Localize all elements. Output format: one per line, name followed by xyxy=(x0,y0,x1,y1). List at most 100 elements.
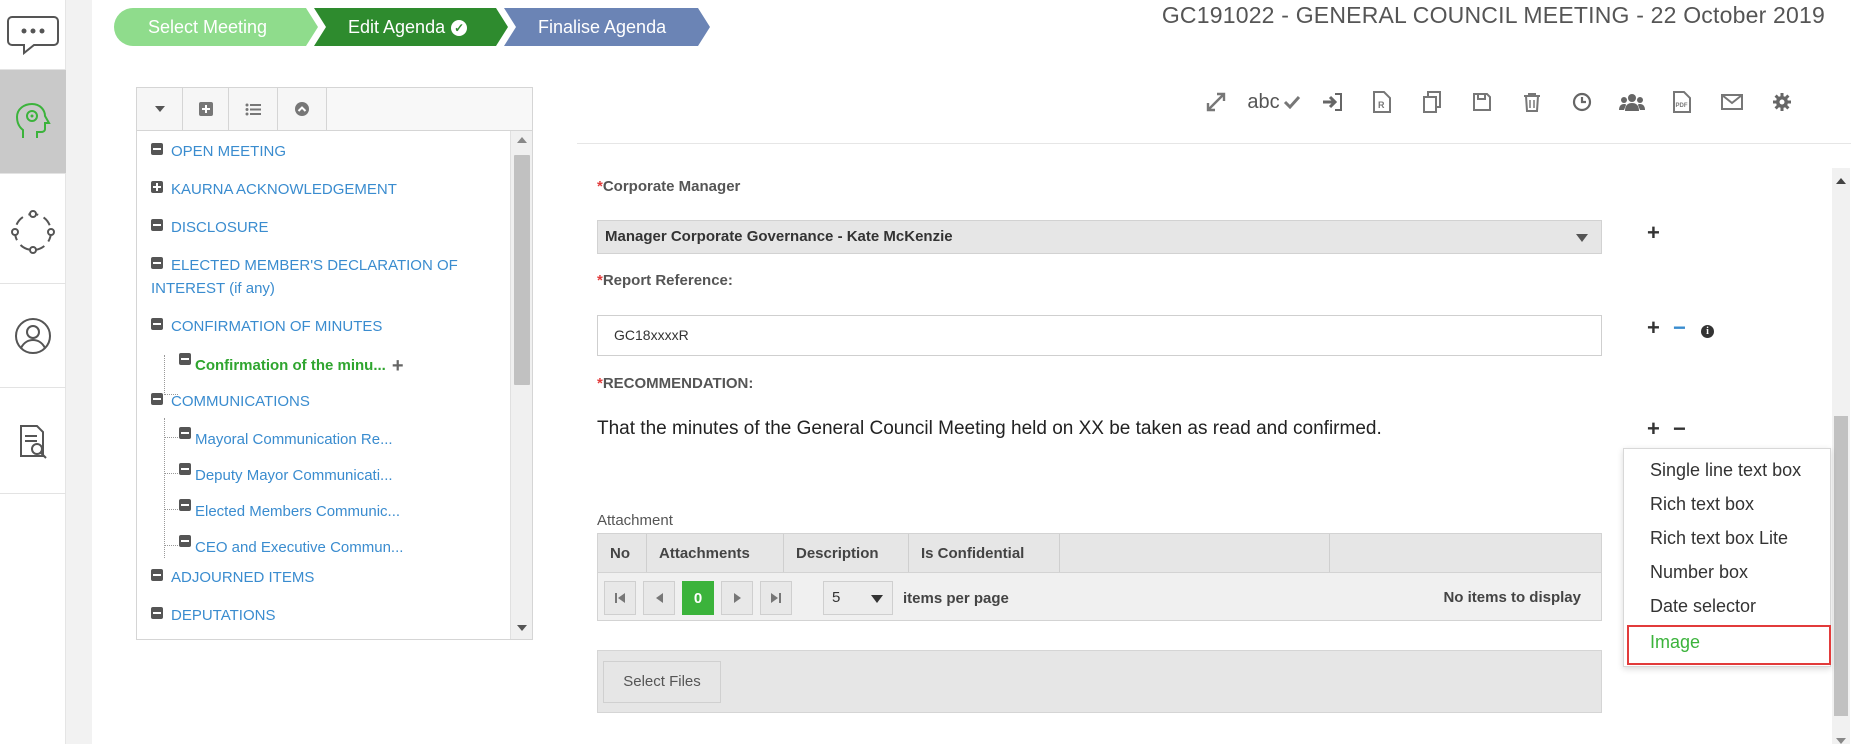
tree-node-open-meeting[interactable]: OPEN MEETING xyxy=(151,141,286,163)
tree-child-confirmation[interactable]: Confirmation of the minu... + xyxy=(179,353,404,376)
pdf-button[interactable]: PDF xyxy=(1657,88,1707,116)
scroll-up-icon[interactable] xyxy=(1836,178,1846,184)
tree-collapse-button[interactable] xyxy=(278,88,327,130)
tree-dropdown-button[interactable] xyxy=(137,88,183,130)
tree-node-kaurna[interactable]: KAURNA ACKNOWLEDGEMENT xyxy=(151,179,397,201)
expand-button[interactable] xyxy=(1191,88,1241,116)
chat-nav-button[interactable] xyxy=(0,0,66,70)
tree-scrollbar[interactable] xyxy=(510,131,532,639)
next-page-button[interactable] xyxy=(721,581,753,615)
collapse-icon[interactable] xyxy=(179,353,191,365)
menu-item-image[interactable]: Image xyxy=(1650,632,1700,653)
tree-node-label: COMMUNICATIONS xyxy=(171,393,310,410)
column-header[interactable]: Attachments xyxy=(647,534,784,572)
current-page[interactable]: 0 xyxy=(682,581,714,615)
menu-item-date[interactable]: Date selector xyxy=(1650,596,1756,617)
collapse-icon[interactable] xyxy=(151,318,163,330)
recommendation-text[interactable]: That the minutes of the General Council … xyxy=(597,418,1382,440)
sign-in-button[interactable] xyxy=(1307,88,1357,116)
tree-child-elected-members[interactable]: Elected Members Communic... xyxy=(179,499,400,522)
input-value: GC18xxxxR xyxy=(614,327,689,343)
menu-item-single-line[interactable]: Single line text box xyxy=(1650,460,1801,481)
tree-node-communications[interactable]: COMMUNICATIONS xyxy=(151,391,310,413)
collapse-icon[interactable] xyxy=(179,463,191,475)
report-file-button[interactable]: R xyxy=(1357,88,1407,116)
tree-node-adjourned[interactable]: ADJOURNED ITEMS xyxy=(151,567,314,589)
agenda-nav-button[interactable] xyxy=(0,70,66,174)
list-icon xyxy=(245,103,261,115)
collapse-icon[interactable] xyxy=(151,143,163,155)
menu-item-number[interactable]: Number box xyxy=(1650,562,1748,583)
tree-node-disclosure[interactable]: DISCLOSURE xyxy=(151,217,269,239)
cycle-nav-button[interactable] xyxy=(0,180,66,284)
menu-item-rich-text[interactable]: Rich text box xyxy=(1650,494,1754,515)
column-header[interactable]: No xyxy=(598,534,647,572)
collapse-icon[interactable] xyxy=(151,607,163,619)
attachment-label: Attachment xyxy=(597,512,673,529)
tree-child-ceo[interactable]: CEO and Executive Commun... xyxy=(179,535,403,558)
plus-square-icon xyxy=(198,102,213,116)
history-button[interactable] xyxy=(1557,88,1607,116)
collapse-icon[interactable] xyxy=(151,393,163,405)
document-search-nav-button[interactable] xyxy=(0,390,66,494)
check-circle-icon: ✓ xyxy=(451,20,467,36)
field-label: Report Reference: xyxy=(602,272,733,289)
last-page-button[interactable] xyxy=(760,581,792,615)
info-button[interactable]: i xyxy=(1701,321,1714,339)
collapse-icon[interactable] xyxy=(179,427,191,439)
upload-dropzone[interactable]: Select Files xyxy=(597,650,1602,713)
prev-page-button[interactable] xyxy=(643,581,675,615)
collapse-icon[interactable] xyxy=(151,569,163,581)
tree-child-mayoral[interactable]: Mayoral Communication Re... xyxy=(179,427,393,450)
tree-node-deputations[interactable]: DEPUTATIONS xyxy=(151,605,275,627)
scroll-up-icon[interactable] xyxy=(517,137,527,143)
document-search-icon xyxy=(20,424,47,459)
corporate-manager-select[interactable]: Manager Corporate Governance - Kate McKe… xyxy=(597,220,1602,254)
add-field-button[interactable]: + xyxy=(1647,317,1660,339)
step-select-meeting[interactable]: Select Meeting xyxy=(114,8,318,46)
save-button[interactable] xyxy=(1457,88,1507,116)
settings-button[interactable] xyxy=(1757,88,1807,116)
tree-add-button[interactable] xyxy=(183,88,229,130)
column-header[interactable]: Description xyxy=(784,534,909,572)
page-size-select[interactable]: 5 xyxy=(823,581,893,615)
main-scrollbar[interactable] xyxy=(1832,168,1850,744)
expand-icon[interactable] xyxy=(151,181,163,193)
add-field-button[interactable]: + xyxy=(1647,222,1660,244)
collapse-icon[interactable] xyxy=(151,219,163,231)
recommendation-label: *RECOMMENDATION: xyxy=(597,375,753,392)
step-finalise-agenda[interactable]: Finalise Agenda xyxy=(504,8,710,46)
report-reference-input[interactable]: GC18xxxxR xyxy=(597,315,1602,356)
scroll-thumb[interactable] xyxy=(1834,416,1848,716)
delete-button[interactable] xyxy=(1507,88,1557,116)
tree-child-deputy-mayor[interactable]: Deputy Mayor Communicati... xyxy=(179,463,393,486)
attendees-button[interactable] xyxy=(1607,88,1657,116)
scroll-thumb[interactable] xyxy=(514,155,530,385)
menu-item-rich-text-lite[interactable]: Rich text box Lite xyxy=(1650,528,1788,549)
remove-field-button[interactable]: − xyxy=(1673,418,1686,440)
add-field-button[interactable]: + xyxy=(1647,418,1660,440)
corporate-manager-label: *Corporate Manager xyxy=(597,178,740,195)
copy-button[interactable] xyxy=(1407,88,1457,116)
step-edit-agenda[interactable]: Edit Agenda ✓ xyxy=(314,8,508,46)
collapse-icon[interactable] xyxy=(179,535,191,547)
column-header[interactable]: Is Confidential xyxy=(909,534,1060,572)
select-files-button[interactable]: Select Files xyxy=(603,661,721,703)
wizard-steps: Select Meeting Edit Agenda ✓ Finalise Age… xyxy=(114,8,716,46)
collapse-icon[interactable] xyxy=(151,257,163,269)
tree-node-declaration-cont[interactable]: INTEREST (if any) xyxy=(151,278,275,300)
tree-list-button[interactable] xyxy=(229,88,278,130)
first-page-button[interactable] xyxy=(604,581,636,615)
profile-nav-button[interactable] xyxy=(0,284,66,388)
email-button[interactable] xyxy=(1707,88,1757,116)
add-child-icon[interactable]: + xyxy=(392,355,404,377)
tree-node-declaration[interactable]: ELECTED MEMBER'S DECLARATION OF xyxy=(151,255,458,277)
tree-node-confirmation-of-minutes[interactable]: CONFIRMATION OF MINUTES xyxy=(151,316,382,338)
tree-node-label: DEPUTATIONS xyxy=(171,607,276,624)
spell-check-button[interactable]: abc xyxy=(1241,88,1307,116)
collapse-icon[interactable] xyxy=(179,499,191,511)
scroll-down-icon[interactable] xyxy=(517,625,527,631)
scroll-down-icon[interactable] xyxy=(1836,738,1846,744)
remove-field-button[interactable]: − xyxy=(1673,317,1686,339)
chevron-down-icon xyxy=(871,595,883,603)
